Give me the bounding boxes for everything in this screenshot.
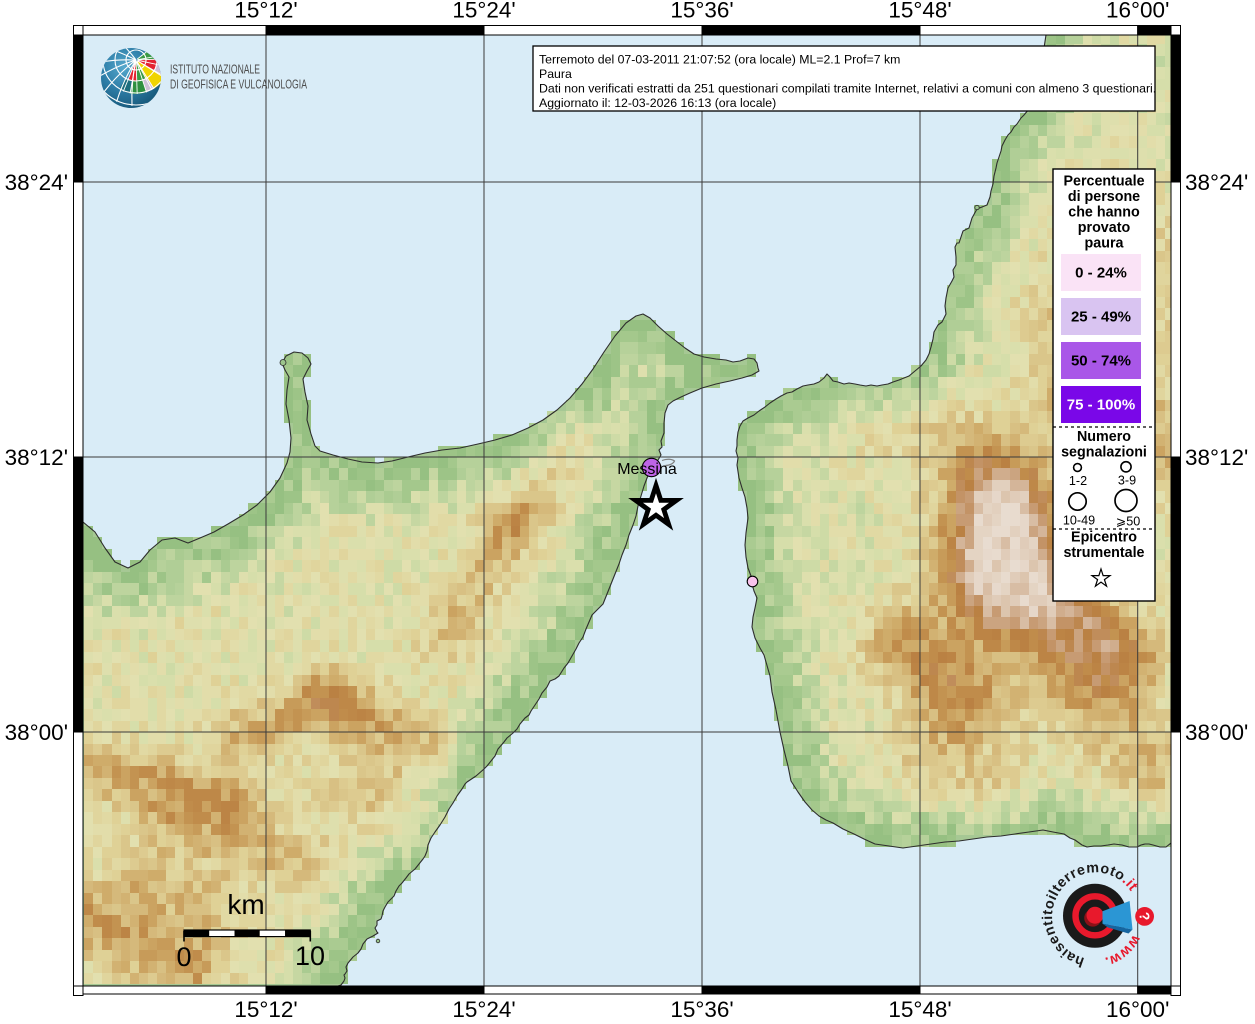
svg-text:Aggiornato il: 12-03-2026 16:1: Aggiornato il: 12-03-2026 16:13 (ora loc… (539, 96, 776, 110)
svg-text:Messina: Messina (617, 461, 677, 478)
svg-text:25 - 49%: 25 - 49% (1071, 309, 1131, 326)
svg-text:segnalazioni: segnalazioni (1061, 445, 1147, 461)
svg-text:0 - 24%: 0 - 24% (1075, 265, 1127, 282)
svg-text:38°24': 38°24' (5, 170, 68, 195)
svg-text:15°36': 15°36' (670, 0, 733, 23)
svg-text:10: 10 (295, 941, 325, 971)
svg-text:Terremoto del 07-03-2011 21:07: Terremoto del 07-03-2011 21:07:52 (ora l… (539, 53, 900, 67)
svg-text:strumentale: strumentale (1063, 545, 1144, 561)
svg-text:⩾50: ⩾50 (1116, 515, 1141, 529)
svg-text:0: 0 (176, 942, 191, 972)
svg-text:Epicentro: Epicentro (1071, 530, 1137, 546)
svg-text:16°00': 16°00' (1106, 0, 1169, 23)
svg-text:38°00': 38°00' (1185, 720, 1248, 745)
svg-text:1-2: 1-2 (1069, 474, 1087, 488)
svg-text:15°12': 15°12' (234, 997, 297, 1022)
svg-text:50 - 74%: 50 - 74% (1071, 353, 1131, 370)
svg-text:16°00': 16°00' (1106, 997, 1169, 1022)
svg-text:Numero: Numero (1077, 429, 1131, 445)
svg-text:che hanno: che hanno (1068, 205, 1140, 221)
svg-text:15°24': 15°24' (452, 997, 515, 1022)
svg-text:38°00': 38°00' (5, 720, 68, 745)
svg-text:Paura: Paura (539, 67, 572, 81)
svg-text:15°12': 15°12' (234, 0, 297, 23)
svg-text:15°48': 15°48' (888, 0, 951, 23)
svg-text:38°12': 38°12' (1185, 445, 1248, 470)
svg-text:Percentuale: Percentuale (1063, 174, 1144, 190)
svg-text:paura: paura (1085, 236, 1125, 252)
svg-text:3-9: 3-9 (1118, 474, 1136, 488)
svg-text:10-49: 10-49 (1063, 514, 1095, 528)
svg-text:ISTITUTO NAZIONALE: ISTITUTO NAZIONALE (170, 63, 260, 77)
svg-text:15°36': 15°36' (670, 997, 733, 1022)
svg-text:38°24': 38°24' (1185, 170, 1248, 195)
svg-text:15°48': 15°48' (888, 997, 951, 1022)
svg-text:di persone: di persone (1068, 189, 1140, 205)
svg-text:provato: provato (1078, 220, 1131, 236)
svg-text:DI GEOFISICA E VULCANOLOGIA: DI GEOFISICA E VULCANOLOGIA (170, 78, 307, 92)
svg-text:38°12': 38°12' (5, 445, 68, 470)
svg-text:km: km (227, 889, 264, 920)
svg-text:15°24': 15°24' (452, 0, 515, 23)
svg-text:75 - 100%: 75 - 100% (1067, 397, 1135, 414)
svg-text:Dati non verificati estratti d: Dati non verificati estratti da 251 ques… (539, 82, 1156, 96)
